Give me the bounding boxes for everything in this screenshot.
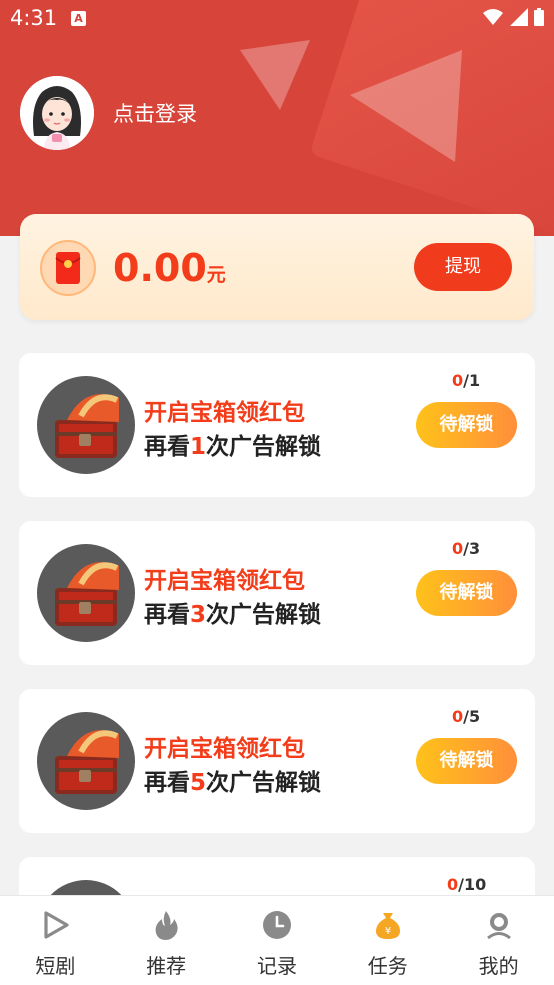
task-total: /5 (463, 707, 481, 726)
tab-label: 我的 (478, 954, 519, 978)
task-total: /3 (463, 539, 481, 558)
task-subtitle: 再看5次广告解锁 (144, 763, 321, 797)
play-icon (44, 911, 69, 939)
treasure-chest-icon (37, 544, 135, 642)
task-done: 0 (452, 539, 464, 558)
task-progress: 0/10 (447, 875, 486, 894)
status-time: 4:31 (10, 6, 58, 30)
task-sub-prefix: 再看 (144, 770, 190, 796)
wallet-card: 0.00元 提现 (20, 214, 534, 320)
bottom-tab-bar: 短剧 推荐 记录 ¥ 任务 我的 (0, 895, 554, 985)
task-card: 0/10 (19, 857, 535, 895)
task-done: 0 (447, 875, 459, 894)
task-sub-suffix: 次广告解锁 (206, 770, 322, 796)
header: 4:31 A 点击登录 (0, 0, 554, 236)
user-icon (486, 913, 511, 940)
treasure-chest-icon (50, 880, 122, 895)
task-times: 3 (190, 602, 207, 628)
battery-icon (534, 8, 544, 26)
task-sub-prefix: 再看 (144, 602, 190, 628)
tab-recommend[interactable]: 推荐 (111, 896, 222, 985)
wifi-icon (483, 9, 503, 25)
task-total: /10 (458, 875, 487, 894)
task-title: 开启宝箱领红包 (144, 400, 305, 426)
balance-value: 0.00 (113, 246, 207, 290)
header-decoration-triangle (240, 40, 310, 110)
clock-icon (262, 911, 291, 939)
withdraw-button[interactable]: 提现 (414, 243, 512, 291)
task-card: 开启宝箱领红包 再看5次广告解锁 0/5 待解锁 (19, 689, 535, 833)
task-title: 开启宝箱领红包 (144, 568, 305, 594)
unlock-button[interactable]: 待解锁 (416, 402, 517, 448)
avatar-girl-icon (20, 76, 94, 150)
tab-label: 记录 (256, 954, 297, 978)
header-decoration-triangle (350, 50, 462, 162)
tab-label: 推荐 (146, 954, 187, 978)
tab-history[interactable]: 记录 (222, 896, 333, 985)
task-sub-prefix: 再看 (144, 434, 190, 460)
tab-tasks[interactable]: ¥ 任务 (332, 896, 443, 985)
task-progress: 0/5 (452, 707, 480, 726)
task-progress: 0/3 (452, 539, 480, 558)
unlock-button[interactable]: 待解锁 (416, 570, 517, 616)
status-icons (482, 8, 544, 26)
task-progress: 0/1 (452, 371, 480, 390)
task-subtitle: 再看1次广告解锁 (144, 427, 321, 461)
task-total: /1 (463, 371, 481, 390)
tab-label: 短剧 (35, 954, 76, 978)
task-times: 1 (190, 434, 207, 460)
task-title: 开启宝箱领红包 (144, 736, 305, 762)
tab-label: 任务 (367, 954, 408, 978)
money-bag-icon: ¥ (375, 913, 400, 939)
task-done: 0 (452, 707, 464, 726)
flame-icon (155, 911, 178, 940)
a-notification-icon: A (71, 11, 86, 26)
svg-text:¥: ¥ (385, 926, 391, 937)
task-card: 开启宝箱领红包 再看1次广告解锁 0/1 待解锁 (19, 353, 535, 497)
status-bar: 4:31 A (0, 0, 554, 36)
task-subtitle: 再看3次广告解锁 (144, 595, 321, 629)
task-sub-suffix: 次广告解锁 (206, 602, 322, 628)
balance-unit: 元 (206, 264, 226, 286)
avatar[interactable] (20, 76, 94, 150)
unlock-button[interactable]: 待解锁 (416, 738, 517, 784)
tab-mine[interactable]: 我的 (443, 896, 554, 985)
treasure-chest-icon (37, 376, 135, 474)
task-done: 0 (452, 371, 464, 390)
signal-icon (510, 8, 528, 26)
red-packet-icon (40, 240, 96, 296)
task-sub-suffix: 次广告解锁 (206, 434, 322, 460)
login-link[interactable]: 点击登录 (113, 98, 197, 128)
task-times: 5 (190, 770, 207, 796)
balance-amount: 0.00元 (113, 246, 226, 290)
tab-short-drama[interactable]: 短剧 (0, 896, 111, 985)
treasure-chest-icon (37, 712, 135, 810)
task-card: 开启宝箱领红包 再看3次广告解锁 0/3 待解锁 (19, 521, 535, 665)
